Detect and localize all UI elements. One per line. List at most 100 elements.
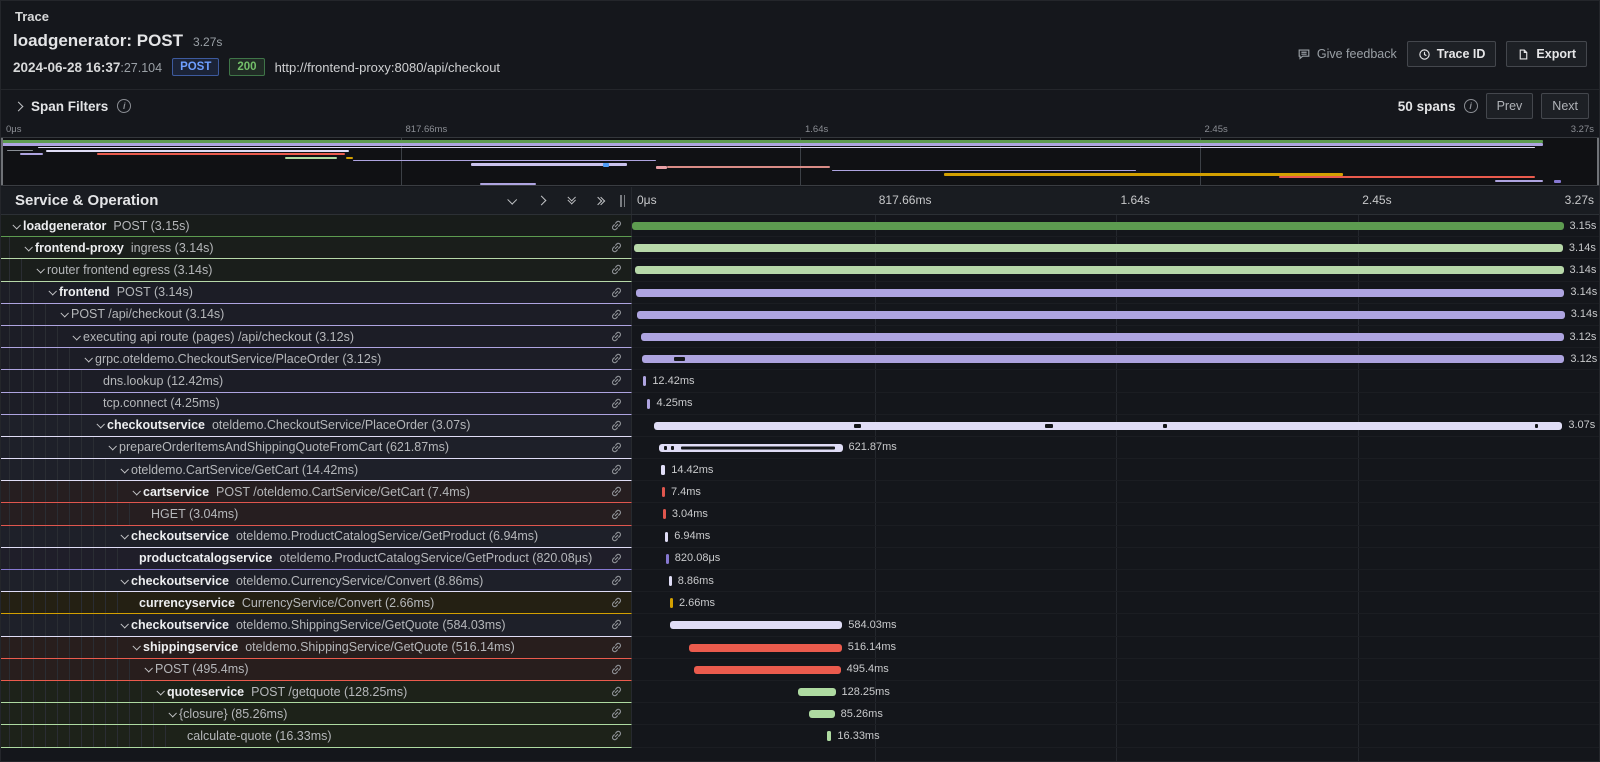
span-duration-bar[interactable] (637, 311, 1565, 319)
span-link-icon[interactable] (610, 574, 623, 587)
span-link-icon[interactable] (610, 552, 623, 565)
span-name-cell[interactable]: productcatalogserviceoteldemo.ProductCat… (1, 548, 632, 570)
row-chevron-down-icon[interactable] (129, 644, 143, 650)
span-duration-bar[interactable] (643, 376, 647, 386)
span-name-cell[interactable]: cartservicePOST /oteldemo.CartService/Ge… (1, 481, 632, 503)
span-duration-bar[interactable] (670, 598, 673, 608)
span-link-icon[interactable] (610, 618, 623, 631)
span-name-cell[interactable]: frontendPOST (3.14s) (1, 282, 632, 304)
row-chevron-down-icon[interactable] (57, 311, 71, 317)
column-resize-handle[interactable] (620, 195, 625, 207)
span-link-icon[interactable] (610, 596, 623, 609)
span-name-cell[interactable]: oteldemo.CartService/GetCart (14.42ms) (1, 459, 632, 481)
row-chevron-down-icon[interactable] (9, 223, 23, 229)
span-name-cell[interactable]: quoteservicePOST /getquote (128.25ms) (1, 681, 632, 703)
span-duration-bar[interactable] (654, 422, 1562, 430)
span-name-cell[interactable]: executing api route (pages) /api/checkou… (1, 326, 632, 348)
span-name-cell[interactable]: calculate-quote (16.33ms) (1, 725, 632, 747)
span-name-cell[interactable]: checkoutserviceoteldemo.CheckoutService/… (1, 415, 632, 437)
row-chevron-down-icon[interactable] (105, 444, 119, 450)
span-link-icon[interactable] (610, 485, 623, 498)
span-link-icon[interactable] (610, 352, 623, 365)
minimap-right-handle[interactable] (1597, 138, 1599, 185)
next-button[interactable]: Next (1541, 93, 1589, 119)
row-chevron-down-icon[interactable] (117, 467, 131, 473)
span-name-cell[interactable]: router frontend egress (3.14s) (1, 259, 632, 281)
span-duration-bar[interactable] (689, 644, 842, 652)
span-name-cell[interactable]: currencyserviceCurrencyService/Convert (… (1, 592, 632, 614)
span-name-cell[interactable]: POST /api/checkout (3.14s) (1, 304, 632, 326)
span-link-icon[interactable] (610, 530, 623, 543)
span-duration-bar[interactable] (809, 710, 834, 718)
span-duration-bar[interactable] (670, 621, 843, 629)
row-chevron-down-icon[interactable] (141, 666, 155, 672)
span-name-cell[interactable]: POST (495.4ms) (1, 659, 632, 681)
span-name-cell[interactable]: {closure} (85.26ms) (1, 703, 632, 725)
span-name-cell[interactable]: checkoutserviceoteldemo.ProductCatalogSe… (1, 526, 632, 548)
expand-all-icon[interactable] (594, 194, 608, 208)
row-chevron-down-icon[interactable] (117, 578, 131, 584)
row-chevron-down-icon[interactable] (117, 622, 131, 628)
span-link-icon[interactable] (610, 508, 623, 521)
row-chevron-down-icon[interactable] (33, 267, 47, 273)
span-link-icon[interactable] (610, 286, 623, 299)
give-feedback-link[interactable]: Give feedback (1297, 47, 1397, 61)
span-duration-bar[interactable] (669, 576, 672, 586)
span-link-icon[interactable] (610, 663, 623, 676)
span-duration-bar[interactable] (647, 399, 650, 409)
span-link-icon[interactable] (610, 219, 623, 232)
span-name-cell[interactable]: HGET (3.04ms) (1, 503, 632, 525)
span-link-icon[interactable] (610, 729, 623, 742)
minimap-body[interactable] (1, 137, 1599, 186)
span-link-icon[interactable] (610, 330, 623, 343)
span-duration-bar[interactable] (634, 244, 1563, 252)
span-link-icon[interactable] (610, 441, 623, 454)
span-filters-toggle[interactable]: Span Filters i (15, 99, 131, 114)
span-duration-bar[interactable] (636, 289, 1565, 297)
span-link-icon[interactable] (610, 419, 623, 432)
row-chevron-down-icon[interactable] (129, 489, 143, 495)
span-link-icon[interactable] (610, 685, 623, 698)
span-link-icon[interactable] (610, 463, 623, 476)
span-link-icon[interactable] (610, 241, 623, 254)
span-link-icon[interactable] (610, 374, 623, 387)
span-name-cell[interactable]: dns.lookup (12.42ms) (1, 370, 632, 392)
minimap-left-handle[interactable] (1, 138, 3, 185)
span-count-info-icon[interactable]: i (1464, 99, 1478, 113)
span-duration-bar[interactable] (665, 532, 668, 542)
row-chevron-down-icon[interactable] (93, 422, 107, 428)
span-duration-bar[interactable] (694, 666, 840, 674)
span-duration-bar[interactable] (798, 688, 836, 696)
span-duration-bar[interactable] (641, 333, 1564, 341)
span-duration-bar[interactable] (635, 266, 1564, 274)
prev-button[interactable]: Prev (1486, 93, 1534, 119)
export-button[interactable]: Export (1506, 41, 1587, 67)
span-duration-bar[interactable] (642, 355, 1565, 363)
span-name-cell[interactable]: checkoutserviceoteldemo.ShippingService/… (1, 614, 632, 636)
span-duration-bar[interactable] (659, 444, 843, 452)
span-name-cell[interactable]: frontend-proxyingress (3.14s) (1, 237, 632, 259)
row-chevron-down-icon[interactable] (117, 533, 131, 539)
row-chevron-down-icon[interactable] (69, 334, 83, 340)
span-duration-bar[interactable] (632, 222, 1564, 230)
span-duration-bar[interactable] (661, 465, 665, 475)
row-chevron-down-icon[interactable] (153, 689, 167, 695)
span-link-icon[interactable] (610, 641, 623, 654)
row-chevron-down-icon[interactable] (45, 289, 59, 295)
expand-one-icon[interactable] (534, 194, 548, 208)
info-icon[interactable]: i (117, 99, 131, 113)
span-name-cell[interactable]: prepareOrderItemsAndShippingQuoteFromCar… (1, 437, 632, 459)
trace-minimap[interactable]: 0μs817.66ms1.64s2.45s3.27s (1, 122, 1599, 187)
span-link-icon[interactable] (610, 707, 623, 720)
span-duration-bar[interactable] (663, 509, 666, 519)
span-duration-bar[interactable] (662, 487, 665, 497)
row-chevron-down-icon[interactable] (165, 711, 179, 717)
row-chevron-down-icon[interactable] (81, 356, 95, 362)
span-name-cell[interactable]: loadgeneratorPOST (3.15s) (1, 215, 632, 237)
span-name-cell[interactable]: shippingserviceoteldemo.ShippingService/… (1, 637, 632, 659)
row-chevron-down-icon[interactable] (21, 245, 35, 251)
span-link-icon[interactable] (610, 397, 623, 410)
trace-id-button[interactable]: Trace ID (1407, 41, 1497, 67)
span-name-cell[interactable]: grpc.oteldemo.CheckoutService/PlaceOrder… (1, 348, 632, 370)
span-link-icon[interactable] (610, 308, 623, 321)
